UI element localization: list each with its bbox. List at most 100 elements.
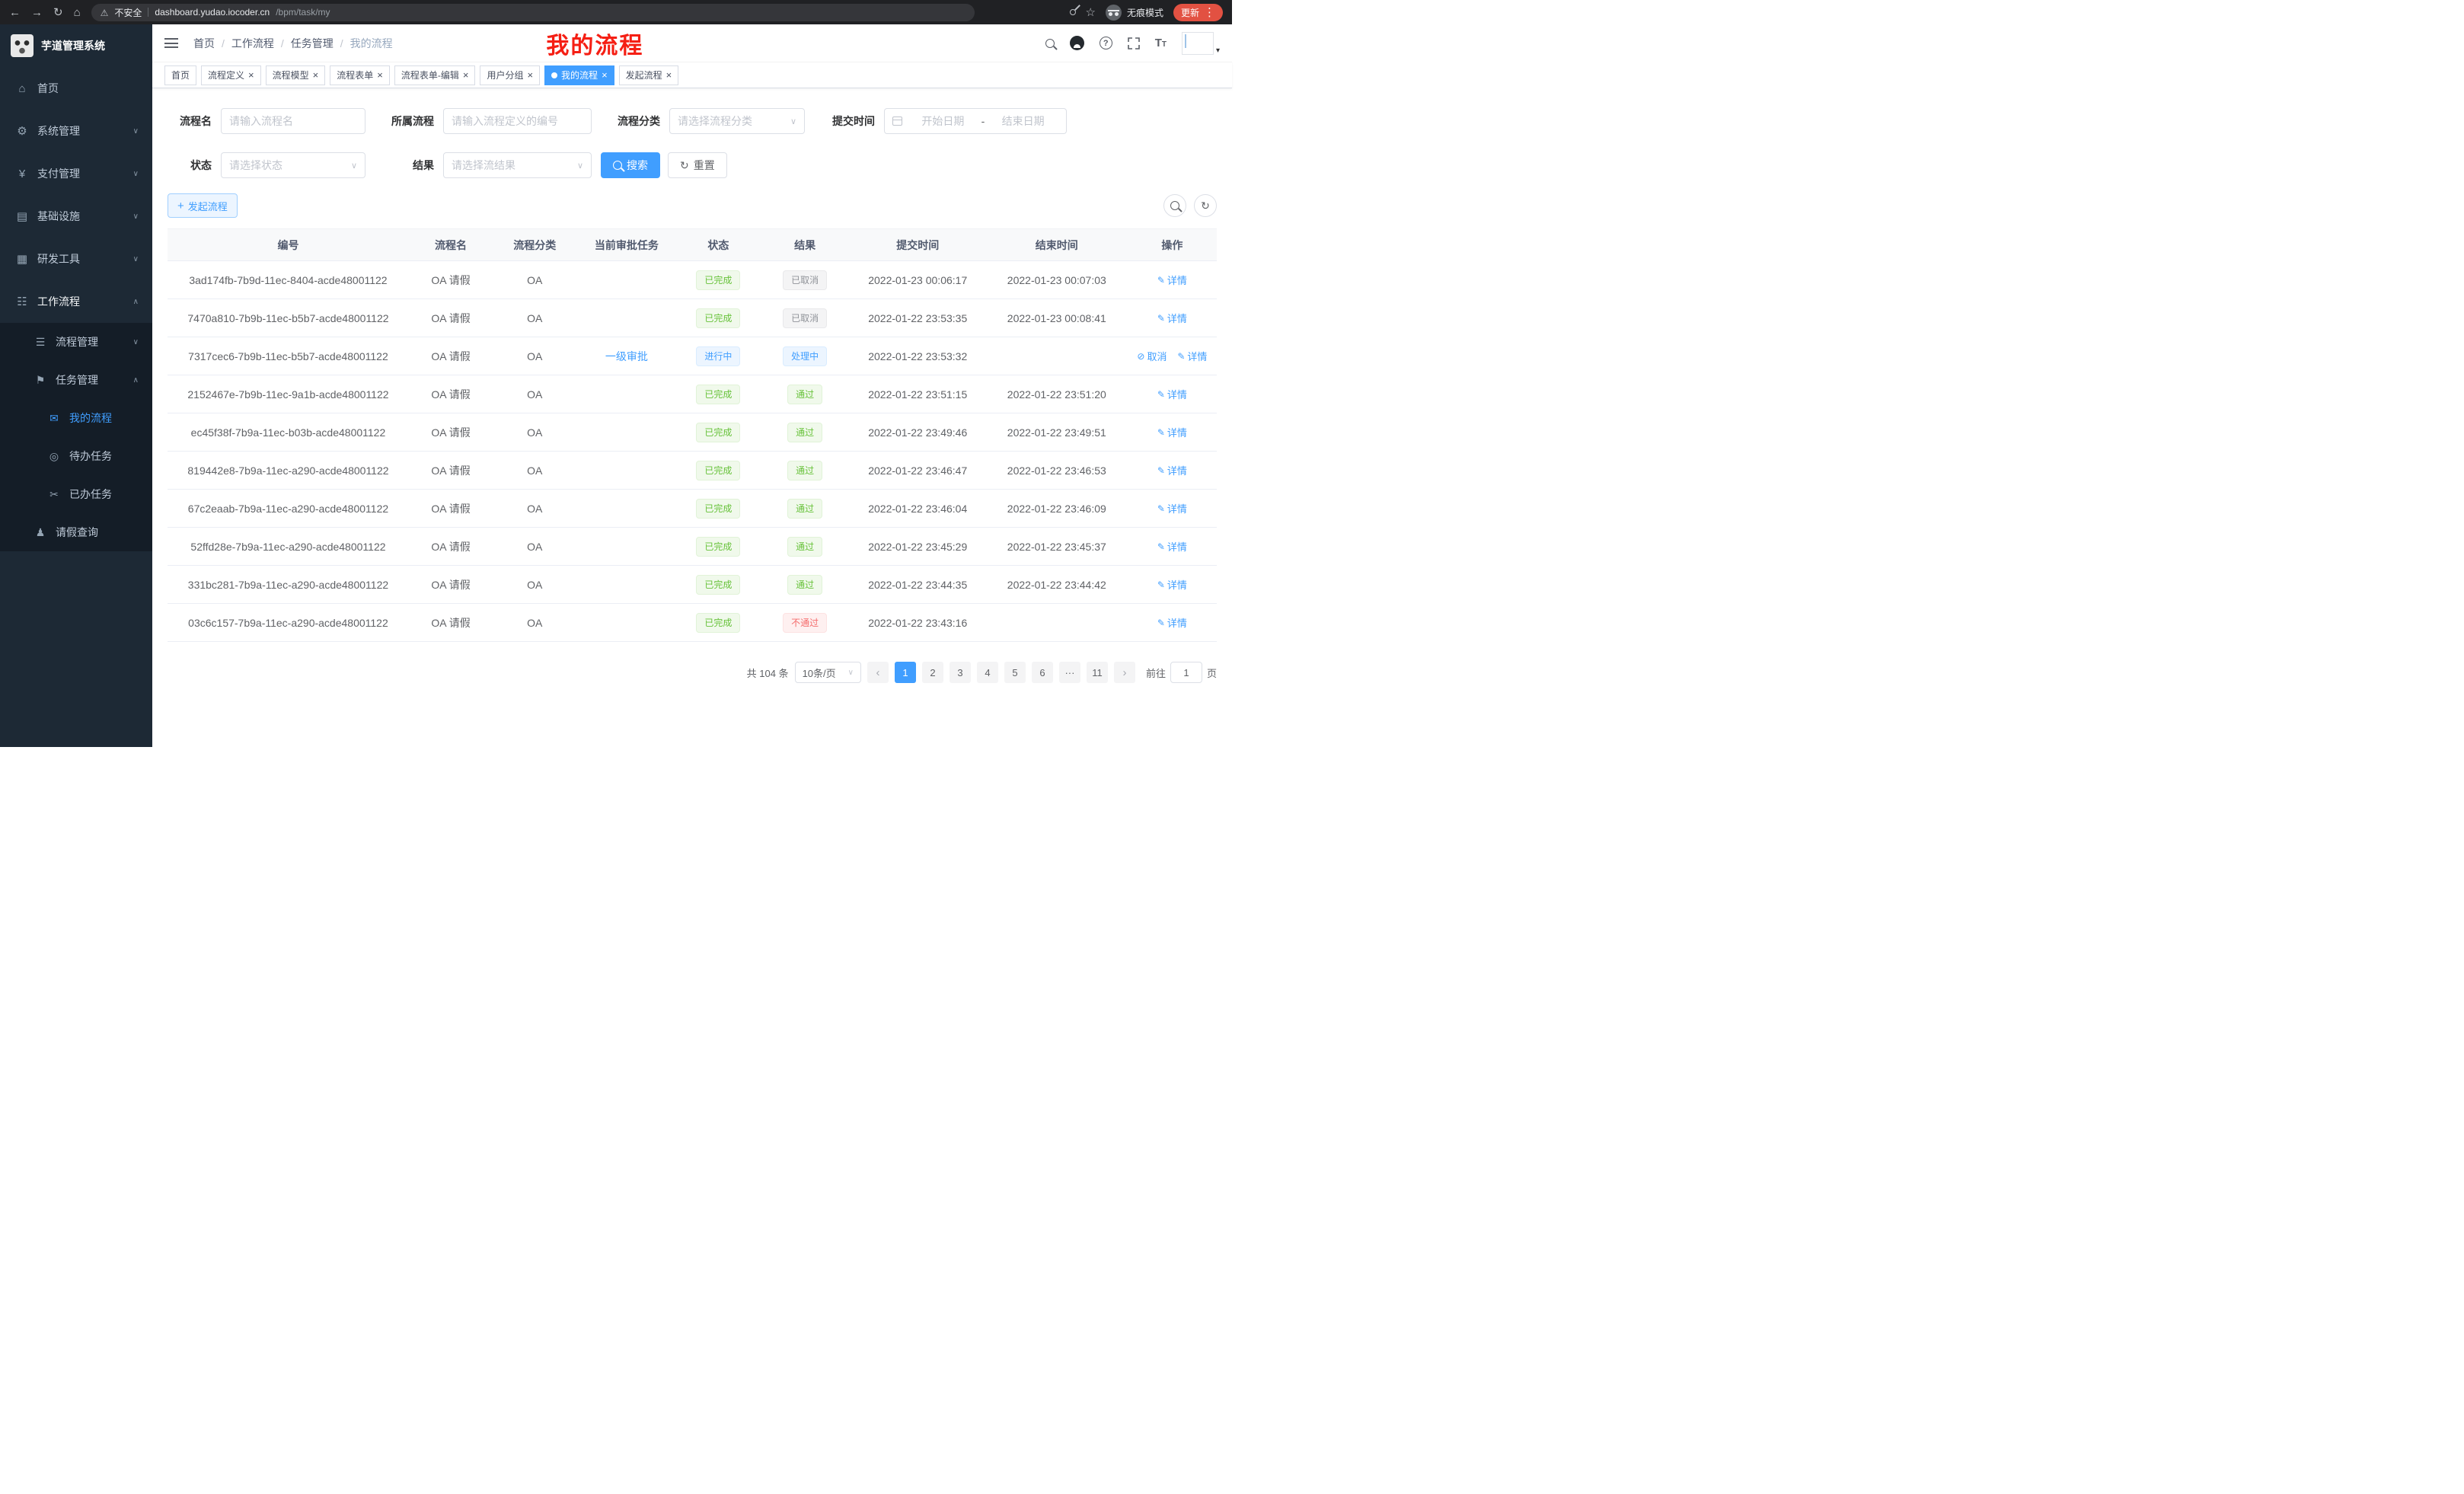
detail-action[interactable]: 详情 xyxy=(1157,387,1187,401)
detail-action[interactable]: 详情 xyxy=(1157,311,1187,325)
toolbar-refresh-button[interactable] xyxy=(1194,194,1217,217)
tab[interactable]: 流程表单-编辑 xyxy=(394,65,476,85)
reload-icon[interactable] xyxy=(53,7,63,18)
hamburger-icon[interactable] xyxy=(164,38,178,48)
page-button[interactable]: 3 xyxy=(950,662,971,683)
goto-page-input[interactable] xyxy=(1170,662,1202,683)
breadcrumb-item[interactable]: / 工作流程 xyxy=(215,36,274,51)
home-icon[interactable] xyxy=(74,7,81,18)
close-icon[interactable] xyxy=(377,70,383,80)
tab[interactable]: 我的流程 xyxy=(544,65,614,85)
menu-dots-icon[interactable] xyxy=(1204,7,1215,18)
search-button[interactable]: 搜索 xyxy=(601,152,660,178)
detail-action[interactable]: 详情 xyxy=(1157,615,1187,630)
sidebar-item[interactable]: ▦ 研发工具 ∨ xyxy=(0,238,152,280)
cancel-action[interactable]: 取消 xyxy=(1137,349,1167,363)
process-def-input[interactable] xyxy=(443,108,592,134)
help-icon[interactable] xyxy=(1100,37,1112,49)
detail-action[interactable]: 详情 xyxy=(1157,273,1187,287)
key-icon[interactable] xyxy=(1068,8,1077,16)
table-row: 7470a810-7b9b-11ec-b5b7-acde48001122 OA … xyxy=(168,299,1217,337)
close-icon[interactable] xyxy=(313,70,319,80)
page-button[interactable]: ··· xyxy=(1059,662,1080,683)
browser-chrome: 不安全 dashboard.yudao.iocoder.cn/bpm/task/… xyxy=(0,0,1232,24)
create-process-button[interactable]: 发起流程 xyxy=(168,193,238,218)
sidebar-item[interactable]: ⌂ 首页 xyxy=(0,67,152,110)
caret-down-icon[interactable] xyxy=(1216,43,1220,55)
tab[interactable]: 流程表单 xyxy=(330,65,390,85)
tab[interactable]: 用户分组 xyxy=(480,65,540,85)
user-avatar[interactable] xyxy=(1182,32,1220,55)
category-cell: OA xyxy=(493,452,576,490)
sidebar-subitem[interactable]: ✉ 我的流程 xyxy=(0,399,152,437)
font-size-icon[interactable]: TT xyxy=(1155,37,1167,49)
sidebar-item[interactable]: ▤ 基础设施 ∨ xyxy=(0,195,152,238)
toolbar-search-button[interactable] xyxy=(1163,194,1186,217)
result-badge: 通过 xyxy=(787,385,822,404)
chevron-icon: ∨ xyxy=(133,127,139,136)
page-button[interactable]: 2 xyxy=(922,662,943,683)
sidebar-subitem[interactable]: ☰ 流程管理 ∨ xyxy=(0,323,152,361)
close-icon[interactable] xyxy=(248,70,254,80)
table-row: 3ad174fb-7b9d-11ec-8404-acde48001122 OA … xyxy=(168,261,1217,299)
next-page-button[interactable] xyxy=(1114,662,1135,683)
page-button[interactable]: 6 xyxy=(1032,662,1053,683)
sidebar-subitem[interactable]: ✂ 已办任务 xyxy=(0,475,152,513)
close-icon[interactable] xyxy=(602,70,608,80)
result-select[interactable]: 请选择流结果 xyxy=(443,152,592,178)
result-badge: 通过 xyxy=(787,537,822,557)
fullscreen-icon[interactable] xyxy=(1128,37,1140,49)
sidebar-subitem[interactable]: ♟ 请假查询 xyxy=(0,513,152,551)
detail-action[interactable]: 详情 xyxy=(1157,501,1187,516)
process-name-input[interactable] xyxy=(221,108,365,134)
total-count: 共 104 条 xyxy=(747,666,789,680)
forward-icon[interactable] xyxy=(31,7,43,18)
column-header: 流程名 xyxy=(409,229,493,261)
tab[interactable]: 首页 xyxy=(164,65,196,85)
update-button[interactable]: 更新 xyxy=(1173,4,1223,21)
breadcrumb-item[interactable]: / 任务管理 xyxy=(274,36,334,51)
close-icon[interactable] xyxy=(463,70,469,80)
detail-action[interactable]: 详情 xyxy=(1157,425,1187,439)
date-range-picker[interactable]: 开始日期 - 结束日期 xyxy=(884,108,1067,134)
tab[interactable]: 发起流程 xyxy=(619,65,679,85)
detail-action[interactable]: 详情 xyxy=(1157,577,1187,592)
sidebar-item[interactable]: ☷ 工作流程 ∧ xyxy=(0,280,152,323)
reset-button[interactable]: 重置 xyxy=(668,152,727,178)
tab[interactable]: 流程模型 xyxy=(266,65,326,85)
search-icon[interactable] xyxy=(1045,39,1055,48)
app-title: 芋道管理系统 xyxy=(41,38,105,53)
detail-action[interactable]: 详情 xyxy=(1157,539,1187,554)
edit-icon xyxy=(1177,350,1185,362)
table-row: 67c2eaab-7b9a-11ec-a290-acde48001122 OA … xyxy=(168,490,1217,528)
github-icon[interactable] xyxy=(1070,36,1084,50)
breadcrumb-item[interactable]: / 我的流程 xyxy=(334,36,393,51)
page-button[interactable]: 5 xyxy=(1004,662,1026,683)
end-time-cell xyxy=(986,337,1128,375)
page-button[interactable]: 11 xyxy=(1087,662,1108,683)
address-bar[interactable]: 不安全 dashboard.yudao.iocoder.cn/bpm/task/… xyxy=(91,4,975,21)
process-name-cell: OA 请假 xyxy=(409,413,493,452)
status-select[interactable]: 请选择状态 xyxy=(221,152,365,178)
close-icon[interactable] xyxy=(666,70,672,80)
process-id-cell: 52ffd28e-7b9a-11ec-a290-acde48001122 xyxy=(168,528,409,566)
sidebar-subitem[interactable]: ⚑ 任务管理 ∧ xyxy=(0,361,152,399)
category-select[interactable]: 请选择流程分类 xyxy=(669,108,805,134)
page-button[interactable]: 1 xyxy=(895,662,916,683)
security-label: 不安全 xyxy=(114,6,142,19)
sidebar-item[interactable]: ¥ 支付管理 ∨ xyxy=(0,152,152,195)
page-button[interactable]: 4 xyxy=(977,662,998,683)
tab[interactable]: 流程定义 xyxy=(201,65,261,85)
breadcrumb-item[interactable]: / 首页 xyxy=(193,36,215,51)
chevron-down-icon xyxy=(577,161,583,171)
detail-action[interactable]: 详情 xyxy=(1157,463,1187,477)
bookmark-star-icon[interactable] xyxy=(1086,7,1096,18)
prev-page-button[interactable] xyxy=(867,662,889,683)
back-icon[interactable] xyxy=(9,7,21,18)
current-task-link[interactable]: 一级审批 xyxy=(605,350,648,362)
close-icon[interactable] xyxy=(527,70,533,80)
sidebar-subitem[interactable]: ◎ 待办任务 xyxy=(0,437,152,475)
sidebar-item[interactable]: ⚙ 系统管理 ∨ xyxy=(0,110,152,152)
page-size-select[interactable]: 10条/页 xyxy=(795,662,861,683)
detail-action[interactable]: 详情 xyxy=(1177,349,1207,363)
